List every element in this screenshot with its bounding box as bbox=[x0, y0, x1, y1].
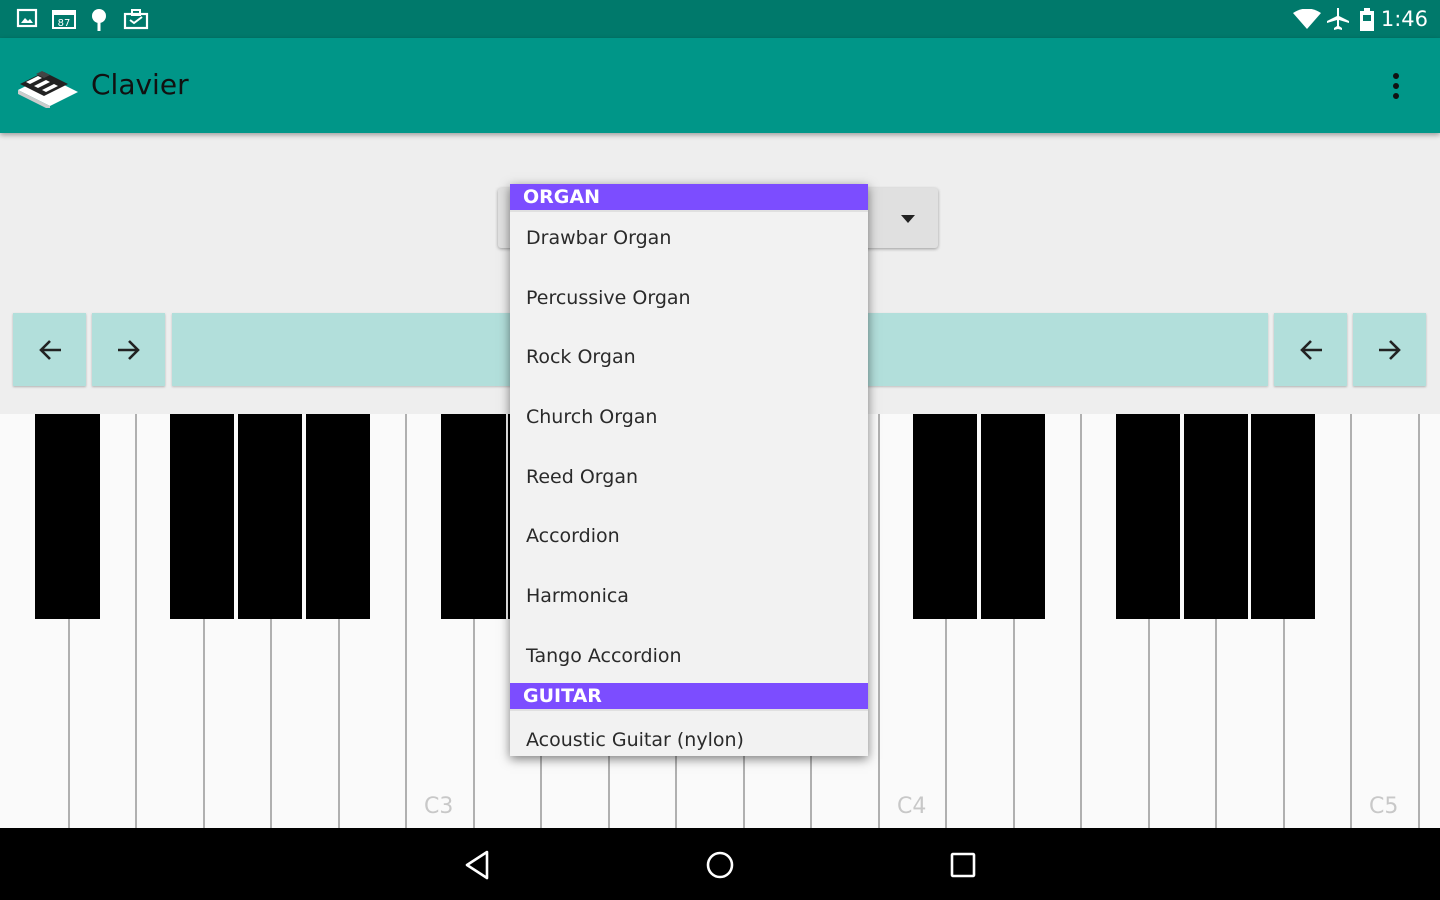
dropdown-arrow-icon[interactable] bbox=[900, 213, 916, 225]
list-item[interactable]: Percussive Organ bbox=[510, 269, 868, 329]
arrow-left-icon bbox=[39, 340, 61, 360]
scroll-right-button[interactable] bbox=[92, 313, 165, 386]
scroll-left-button[interactable] bbox=[13, 313, 86, 386]
status-bar: 87 1:46 bbox=[0, 0, 1440, 38]
black-key[interactable] bbox=[170, 414, 234, 619]
system-navigation-bar bbox=[0, 828, 1440, 900]
status-time: 1:46 bbox=[1380, 7, 1428, 31]
list-item[interactable]: Drawbar Organ bbox=[510, 209, 868, 269]
octave-label-c4: C4 bbox=[897, 794, 927, 819]
octave-label-c3: C3 bbox=[424, 794, 454, 819]
list-item[interactable]: Rock Organ bbox=[510, 328, 868, 388]
white-key[interactable] bbox=[1352, 414, 1420, 828]
recents-icon[interactable] bbox=[948, 850, 978, 880]
black-key[interactable] bbox=[1184, 414, 1248, 619]
arrow-right-icon bbox=[118, 340, 140, 360]
list-item[interactable]: Harmonica bbox=[510, 567, 868, 627]
image-notification-icon bbox=[16, 8, 38, 28]
svg-text:87: 87 bbox=[58, 18, 71, 29]
back-icon[interactable] bbox=[462, 849, 492, 881]
black-key[interactable] bbox=[35, 414, 100, 619]
range-left-button[interactable] bbox=[1274, 313, 1347, 386]
list-item[interactable]: Church Organ bbox=[510, 388, 868, 448]
arrow-right-icon bbox=[1379, 340, 1401, 360]
list-item[interactable]: Tango Accordion bbox=[510, 627, 868, 687]
range-right-button[interactable] bbox=[1353, 313, 1426, 386]
piano-app-logo-icon bbox=[18, 71, 78, 108]
black-key[interactable] bbox=[913, 414, 977, 619]
black-key[interactable] bbox=[1116, 414, 1180, 619]
app-title: Clavier bbox=[91, 68, 189, 101]
airplane-mode-icon bbox=[1327, 8, 1349, 30]
octave-label-c5: C5 bbox=[1369, 794, 1399, 819]
black-key[interactable] bbox=[441, 414, 506, 619]
wifi-icon bbox=[1293, 9, 1321, 29]
black-key[interactable] bbox=[306, 414, 370, 619]
maps-pin-notification-icon bbox=[92, 9, 106, 31]
instrument-dropdown-list[interactable]: ORGAN Drawbar Organ Percussive Organ Roc… bbox=[510, 184, 868, 756]
app-bar: Clavier bbox=[0, 38, 1440, 133]
black-key[interactable] bbox=[238, 414, 302, 619]
white-key[interactable] bbox=[1419, 414, 1440, 828]
briefcase-notification-icon bbox=[123, 9, 149, 30]
list-item[interactable]: Acoustic Guitar (nylon) bbox=[510, 710, 868, 757]
home-icon[interactable] bbox=[703, 848, 737, 882]
list-item[interactable]: Accordion bbox=[510, 507, 868, 567]
arrow-left-icon bbox=[1300, 340, 1322, 360]
list-item[interactable]: Reed Organ bbox=[510, 448, 868, 508]
battery-icon bbox=[1360, 8, 1374, 31]
black-key[interactable] bbox=[981, 414, 1045, 619]
calendar-notification-icon: 87 bbox=[52, 10, 76, 29]
group-header-organ: ORGAN bbox=[510, 184, 868, 212]
black-key[interactable] bbox=[1251, 414, 1315, 619]
more-vert-icon[interactable] bbox=[1383, 68, 1409, 104]
group-header-guitar: GUITAR bbox=[510, 682, 868, 711]
